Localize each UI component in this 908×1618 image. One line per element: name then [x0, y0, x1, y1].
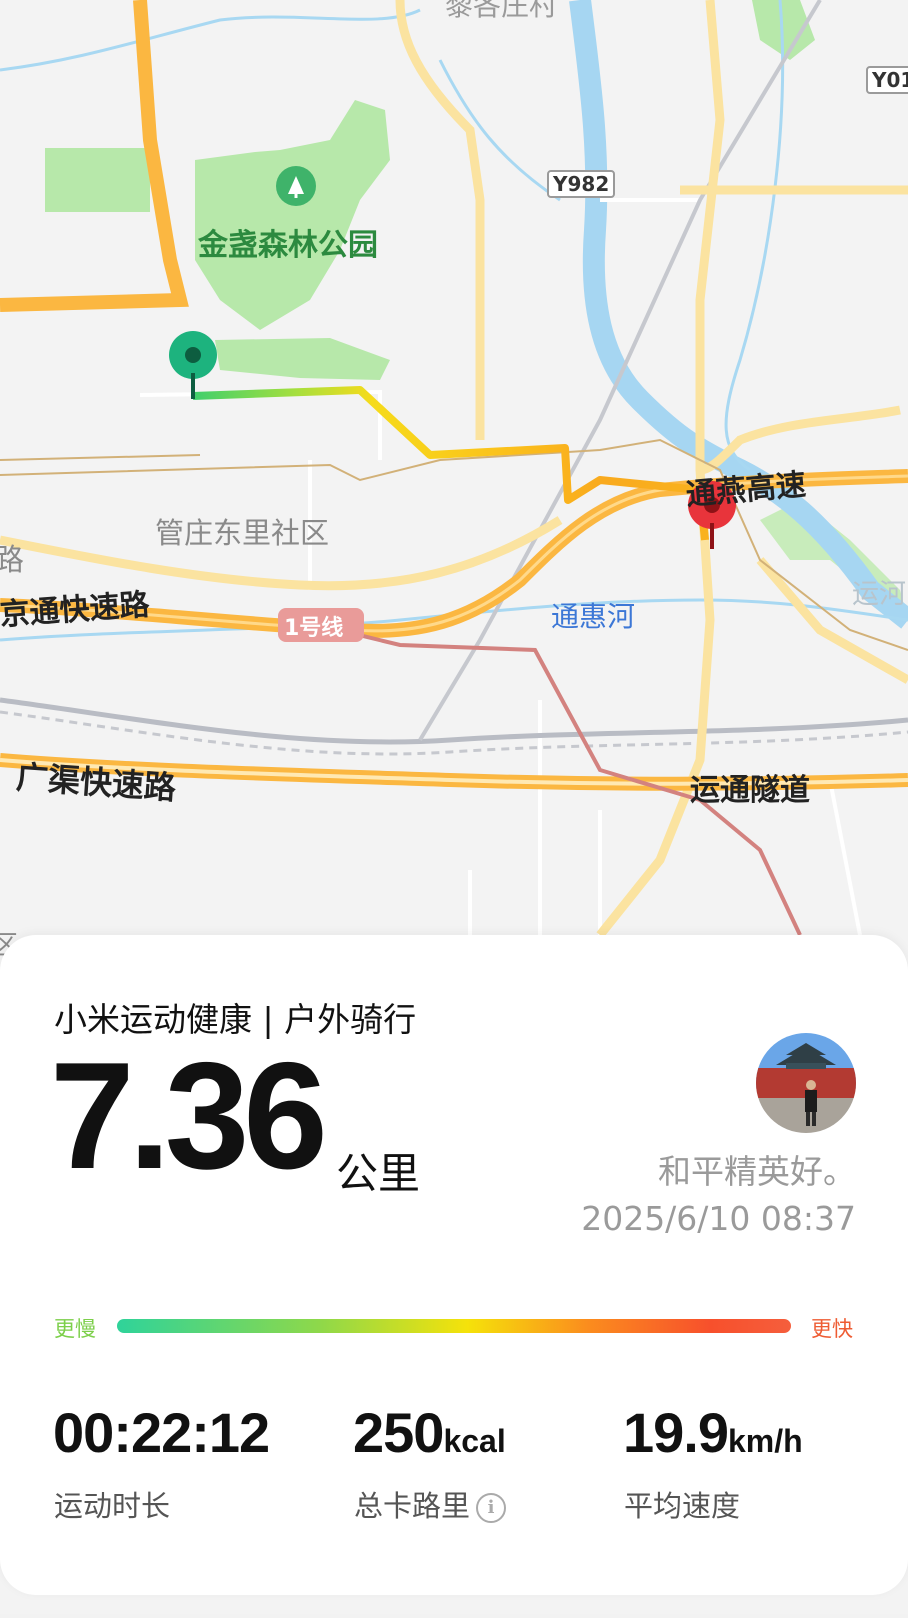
avatar[interactable] — [756, 1033, 856, 1133]
map-label-canal: 运河 — [852, 579, 906, 610]
avg-speed-number: 19.9 — [623, 1401, 729, 1464]
map-label-line1: 1号线 — [284, 616, 344, 641]
avg-speed-label: 平均速度 — [624, 1489, 741, 1523]
username: 和平精英好。 — [658, 1152, 856, 1191]
workout-datetime: 2025/6/10 08:37 — [581, 1199, 856, 1238]
distance-unit: 公里 — [336, 1149, 421, 1198]
map-label-tonghui-river: 通惠河 — [551, 600, 636, 633]
duration-number: 00:22:12 — [53, 1401, 270, 1464]
workout-summary-card: 小米运动健康 | 户外骑行 7.36 公里 和平精英好。 2025/6/10 0… — [0, 935, 908, 1595]
calories-number: 250 — [353, 1401, 444, 1464]
road-tag-y01: Y01 — [866, 66, 908, 94]
calories-value: 250kcal — [353, 1405, 506, 1461]
map-label-partial-left: 路 — [0, 543, 24, 578]
calories-unit: kcal — [443, 1423, 506, 1459]
avg-speed-value: 19.9km/h — [623, 1405, 803, 1461]
map-label-park: 金盏森林公园 — [198, 228, 378, 263]
distance-value: 7.36 — [50, 1031, 328, 1201]
duration-value: 00:22:12 — [53, 1405, 270, 1461]
map-label-partial-top: 黎各庄村 — [445, 0, 558, 22]
duration-label: 运动时长 — [54, 1489, 171, 1523]
calories-label-wrap: 总卡路里 i — [354, 1483, 507, 1525]
info-icon[interactable]: i — [476, 1493, 507, 1523]
park-poi-icon — [276, 166, 316, 206]
map-label-yuntong-tunnel: 运通隧道 — [690, 773, 810, 808]
legend-slower: 更慢 — [54, 1317, 96, 1341]
calories-label: 总卡路里 — [354, 1489, 471, 1523]
legend-faster: 更快 — [811, 1317, 853, 1341]
speed-gradient-bar — [117, 1319, 791, 1333]
avatar-image — [756, 1033, 856, 1133]
map-label-community: 管庄东里社区 — [155, 516, 330, 550]
park-area — [45, 148, 150, 212]
road-tag-y982: Y982 — [547, 170, 616, 198]
avg-speed-unit: km/h — [728, 1423, 803, 1459]
